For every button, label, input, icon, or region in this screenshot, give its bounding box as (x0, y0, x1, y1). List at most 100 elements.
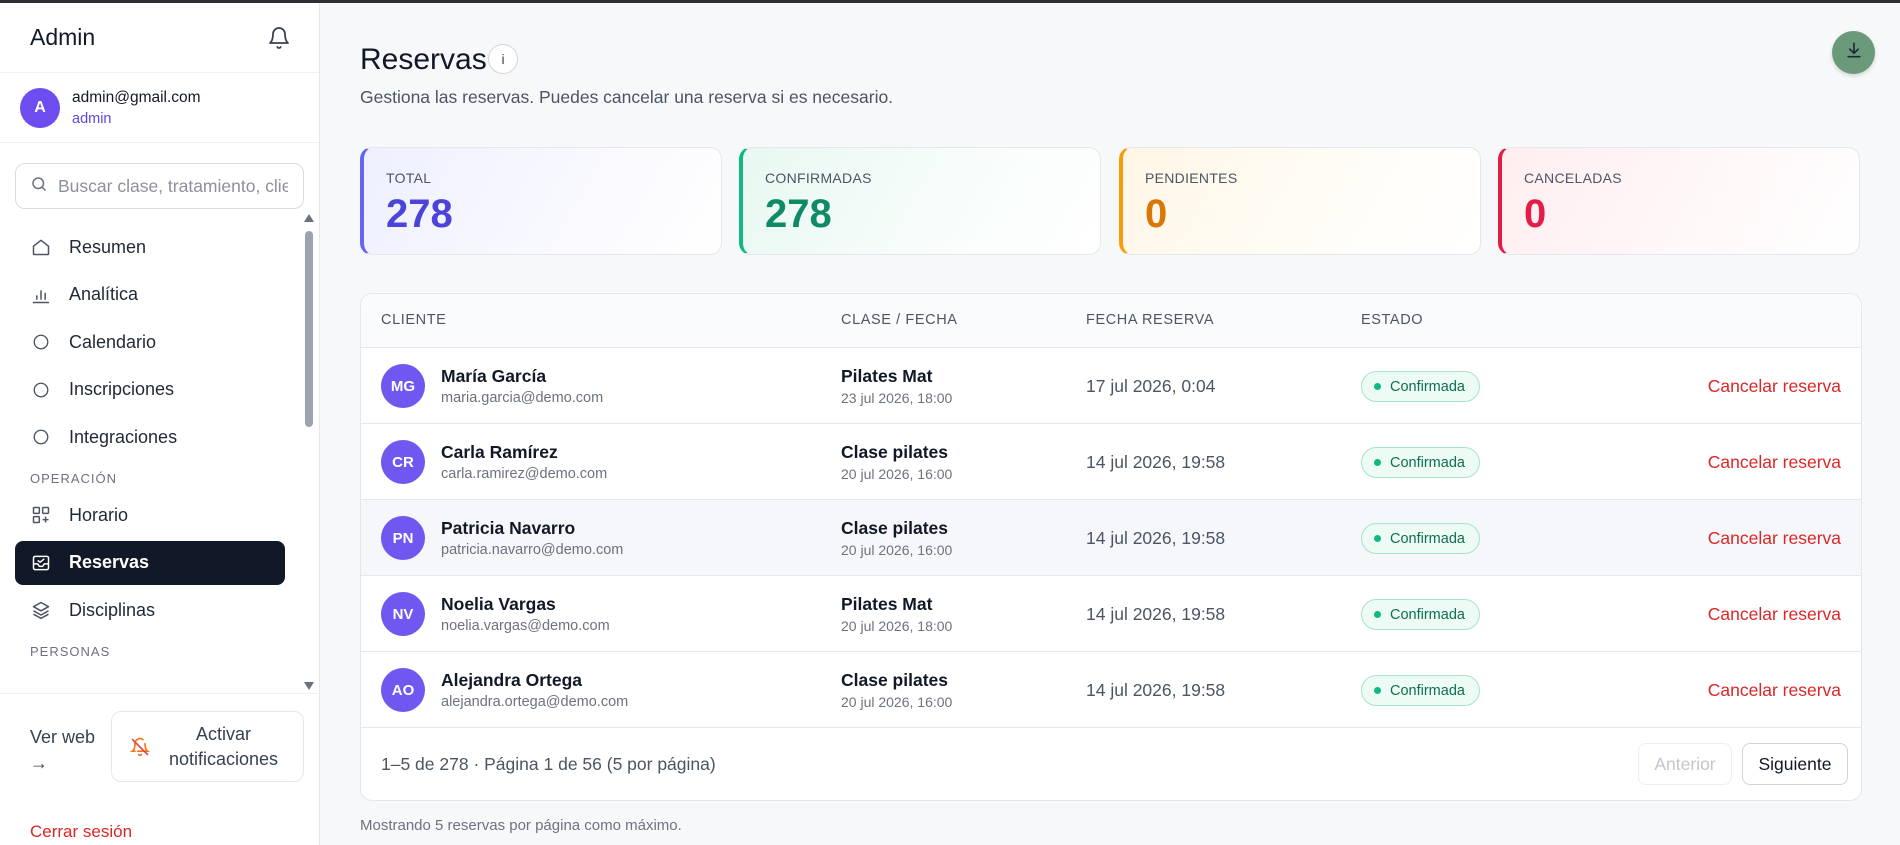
bell-icon[interactable] (265, 24, 293, 52)
sidebar-item-label: Horario (69, 504, 129, 525)
client-name: Noelia Vargas (441, 594, 556, 614)
sidebar-item-horario[interactable]: Horario (15, 493, 285, 537)
status-dot (1374, 383, 1381, 390)
sidebar: Admin A admin@gmail.com admin Resumen An… (0, 3, 320, 845)
status-text: Confirmada (1390, 378, 1465, 395)
circle-icon (30, 331, 52, 353)
booking-date: 14 jul 2026, 19:58 (1086, 528, 1226, 548)
logout-link[interactable]: Cerrar sesión (30, 822, 132, 842)
inbox-icon (30, 552, 52, 574)
sidebar-item-disciplinas[interactable]: Disciplinas (15, 588, 285, 632)
stat-card-confirmadas: CONFIRMADAS 278 (739, 147, 1101, 255)
column-header-fecha-reserva: FECHA RESERVA (1086, 312, 1215, 328)
layers-icon (30, 599, 52, 621)
sidebar-footer: Ver web → Activar notificaciones (0, 693, 320, 793)
stat-value: 278 (386, 192, 453, 236)
sidebar-item-label: Calendario (69, 331, 157, 352)
user-email: admin@gmail.com (72, 88, 201, 106)
stat-label: CONFIRMADAS (765, 170, 872, 186)
class-name: Pilates Mat (841, 366, 933, 386)
class-date: 20 jul 2026, 16:00 (841, 542, 953, 558)
previous-page-button[interactable]: Anterior (1638, 743, 1732, 785)
search-box (15, 163, 304, 209)
client-email: maria.garcia@demo.com (441, 390, 604, 406)
stat-label: PENDIENTES (1145, 170, 1238, 186)
sidebar-nav: Resumen Analítica Calendario Inscripcion… (15, 225, 285, 666)
sidebar-item-resumen[interactable]: Resumen (15, 225, 285, 269)
cancel-reservation-button[interactable]: Cancelar reserva (1708, 452, 1841, 473)
next-page-button[interactable]: Siguiente (1742, 743, 1848, 785)
status-badge: Confirmada (1361, 371, 1480, 402)
pagination-info: 1–5 de 278 · Página 1 de 56 (5 por págin… (381, 754, 716, 774)
avatar: PN (381, 516, 425, 560)
class-name: Clase pilates (841, 442, 948, 462)
status-badge: Confirmada (1361, 675, 1480, 706)
page-note: Mostrando 5 reservas por página como máx… (360, 817, 682, 834)
table-row: MG María García maria.garcia@demo.com Pi… (361, 348, 1861, 424)
avatar: A (20, 87, 60, 128)
table-row: NV Noelia Vargas noelia.vargas@demo.com … (361, 576, 1861, 652)
class-date: 20 jul 2026, 18:00 (841, 618, 953, 634)
page-title: Reservas (360, 43, 487, 76)
client-email: carla.ramirez@demo.com (441, 466, 608, 482)
cancel-reservation-button[interactable]: Cancelar reserva (1708, 528, 1841, 549)
scroll-thumb[interactable] (305, 231, 313, 427)
sidebar-item-inscripciones[interactable]: Inscripciones (15, 368, 285, 412)
sidebar-item-label: Disciplinas (69, 599, 156, 620)
grid-plus-icon (30, 504, 52, 526)
status-text: Confirmada (1390, 530, 1465, 547)
client-name: Carla Ramírez (441, 442, 558, 462)
stat-value: 0 (1524, 192, 1547, 236)
activate-notifications-button[interactable]: Activar notificaciones (111, 711, 304, 782)
status-badge: Confirmada (1361, 447, 1480, 478)
avatar: MG (381, 364, 425, 408)
sidebar-item-reservas[interactable]: Reservas (15, 540, 285, 585)
client-name: Patricia Navarro (441, 518, 576, 538)
cancel-reservation-button[interactable]: Cancelar reserva (1708, 604, 1841, 625)
cancel-reservation-button[interactable]: Cancelar reserva (1708, 680, 1841, 701)
scroll-down-icon[interactable] (303, 681, 315, 691)
status-badge: Confirmada (1361, 523, 1480, 554)
client-email: alejandra.ortega@demo.com (441, 694, 629, 710)
class-name: Clase pilates (841, 670, 948, 690)
scroll-up-icon[interactable] (303, 213, 315, 223)
user-role: admin (72, 110, 112, 127)
table-header: CLIENTE CLASE / FECHA FECHA RESERVA ESTA… (361, 294, 1861, 348)
column-header-estado: ESTADO (1361, 312, 1424, 328)
booking-date: 17 jul 2026, 0:04 (1086, 376, 1216, 396)
download-icon (1844, 40, 1864, 65)
class-name: Pilates Mat (841, 594, 933, 614)
ver-web-link[interactable]: Ver web → (30, 724, 100, 776)
search-icon (30, 175, 48, 198)
booking-date: 14 jul 2026, 19:58 (1086, 680, 1226, 700)
bell-off-icon (129, 736, 151, 758)
sidebar-item-integraciones[interactable]: Integraciones (15, 415, 285, 459)
sidebar-item-analitica[interactable]: Analítica (15, 273, 285, 317)
info-button[interactable]: i (488, 44, 518, 74)
user-profile: A admin@gmail.com admin (0, 73, 319, 143)
page-subtitle: Gestiona las reservas. Puedes cancelar u… (360, 87, 894, 107)
status-dot (1374, 687, 1381, 694)
notif-button-label: Activar notificaciones (168, 723, 279, 769)
stats-cards: TOTAL 278 CONFIRMADAS 278 PENDIENTES 0 C… (360, 147, 1862, 255)
stat-value: 0 (1145, 192, 1168, 236)
sidebar-header: Admin (0, 3, 319, 73)
home-icon (30, 236, 52, 258)
status-text: Confirmada (1390, 606, 1465, 623)
sidebar-item-calendario[interactable]: Calendario (15, 320, 285, 364)
section-operacion: OPERACIÓN (30, 470, 118, 486)
class-date: 20 jul 2026, 16:00 (841, 466, 953, 482)
client-email: patricia.navarro@demo.com (441, 542, 624, 558)
client-name: María García (441, 366, 547, 386)
sidebar-item-label: Integraciones (69, 426, 178, 447)
download-button[interactable] (1832, 31, 1875, 74)
search-input[interactable] (58, 175, 288, 197)
section-personas: PERSONAS (30, 643, 111, 659)
brand-title: Admin (30, 24, 96, 50)
sidebar-scrollbar[interactable] (302, 213, 316, 691)
stat-label: CANCELADAS (1524, 170, 1622, 186)
cancel-reservation-button[interactable]: Cancelar reserva (1708, 376, 1841, 397)
booking-date: 14 jul 2026, 19:58 (1086, 452, 1226, 472)
table-row: AO Alejandra Ortega alejandra.ortega@dem… (361, 652, 1861, 728)
class-name: Clase pilates (841, 518, 948, 538)
